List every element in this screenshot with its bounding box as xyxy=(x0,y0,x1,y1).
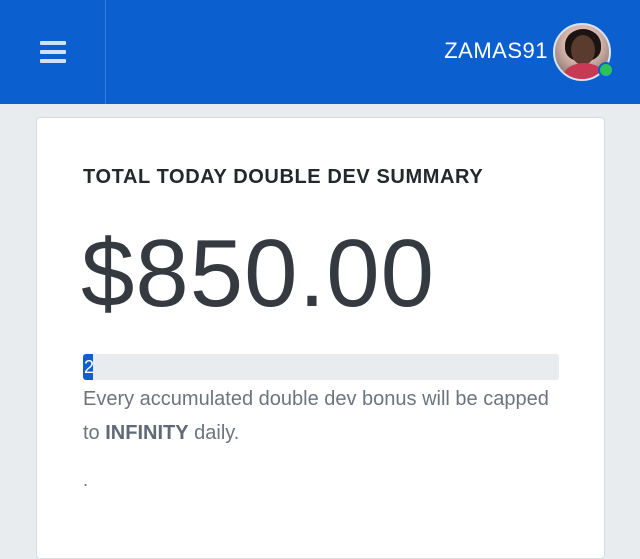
username-label[interactable]: ZAMAS91 xyxy=(444,38,548,64)
note-highlight: INFINITY xyxy=(105,422,189,444)
avatar-face xyxy=(571,35,595,65)
progress-fill: 2 xyxy=(83,354,94,380)
card-title: TOTAL TODAY DOUBLE DEV SUMMARY xyxy=(83,166,484,188)
hamburger-menu-icon[interactable] xyxy=(39,41,66,63)
total-amount: $850.00 xyxy=(81,220,436,327)
summary-card: TOTAL TODAY DOUBLE DEV SUMMARY $850.00 2… xyxy=(36,117,605,559)
trailing-mark: . xyxy=(83,470,89,490)
note-suffix: daily. xyxy=(188,422,240,444)
progress-bar: 2 xyxy=(83,354,559,380)
menu-button[interactable] xyxy=(0,0,106,104)
top-bar: ZAMAS91 xyxy=(0,0,640,104)
bonus-note: Every accumulated double dev bonus will … xyxy=(83,382,553,450)
online-status-icon xyxy=(598,62,614,78)
